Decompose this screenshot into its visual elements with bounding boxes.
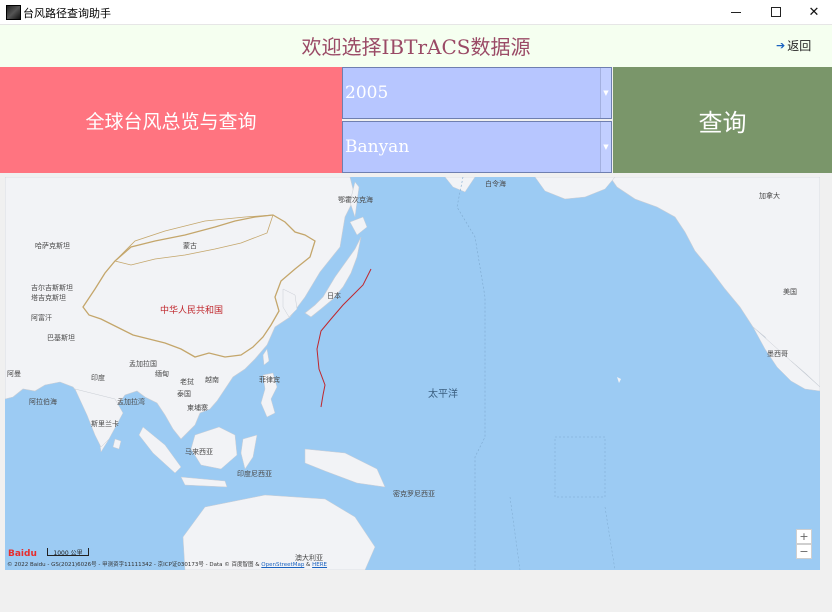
map-label-bangladesh: 孟加拉国 — [129, 360, 157, 368]
map-label-laos: 老挝 — [180, 378, 194, 386]
hawaii — [617, 377, 621, 383]
map-label-china: 中华人民共和国 — [160, 306, 224, 316]
map-label-tajikistan: 塔吉克斯坦 — [31, 294, 66, 302]
maximize-icon — [771, 7, 781, 17]
arrow-right-icon: ➔ — [776, 39, 786, 52]
map-label-canada: 加拿大 — [759, 192, 780, 200]
north-america — [609, 177, 820, 388]
kamchatka — [444, 177, 476, 193]
overview-label: 全球台风总览与查询 — [85, 110, 257, 133]
copyright-text: © 2022 Baidu - GS(2021)6026号 - 甲测资字11111… — [7, 562, 260, 568]
map-label-malaysia: 马来西亚 — [185, 448, 213, 456]
back-link[interactable]: ➔ 返回 — [776, 37, 811, 54]
close-icon: ✕ — [808, 4, 820, 20]
map-label-thailand: 泰国 — [177, 390, 191, 398]
date-line — [456, 177, 486, 570]
map-label-myanmar: 缅甸 — [155, 370, 169, 378]
header: 欢迎选择IBTrACS数据源 ➔ 返回 — [0, 24, 832, 67]
eez-line-1 — [554, 436, 606, 498]
title-bar: 台风路径查询助手 ✕ — [0, 0, 832, 24]
alaska — [534, 177, 616, 200]
minus-icon: − — [799, 545, 809, 558]
australia — [182, 494, 376, 570]
year-select[interactable]: 2005 ▼ — [342, 67, 612, 119]
map-copyright: © 2022 Baidu - GS(2021)6026号 - 甲测资字11111… — [7, 562, 328, 568]
java — [180, 476, 228, 488]
map-label-vietnam: 越南 — [205, 376, 219, 384]
status-strip — [0, 577, 832, 612]
chevron-down-icon[interactable]: ▼ — [600, 68, 611, 118]
map-view[interactable]: 中华人民共和国 太平洋 日本 蒙古 哈萨克斯坦 吉尔吉斯斯坦 塔吉克斯坦 阿富汗… — [5, 177, 820, 570]
app-icon — [6, 5, 21, 20]
hokkaido — [349, 216, 368, 236]
map-label-indonesia: 印度尼西亚 — [237, 470, 272, 478]
eez-line-3 — [509, 496, 521, 570]
map-label-bay-of-bengal: 孟加拉湾 — [117, 398, 145, 406]
here-link[interactable]: HERE — [312, 562, 327, 568]
map-label-usa: 美国 — [783, 288, 797, 296]
map-scale-bar: 1000 公里 — [47, 548, 89, 557]
map-label-kyrgyzstan: 吉尔吉斯斯坦 — [31, 284, 73, 292]
baidu-logo[interactable]: Baidu — [8, 549, 37, 559]
map-label-sri-lanka: 斯里兰卡 — [91, 420, 119, 428]
map-label-micronesia: 密克罗尼西亚 — [393, 490, 435, 498]
eez-line-2 — [604, 506, 616, 570]
plus-icon: + — [799, 530, 809, 543]
typhoon-name-select[interactable]: Banyan ▼ — [342, 121, 612, 173]
welcome-title: 欢迎选择IBTrACS数据源 — [301, 35, 531, 59]
sulawesi — [240, 434, 258, 470]
typhoon-track — [316, 268, 372, 408]
sumatra — [138, 426, 182, 474]
map-label-pakistan: 巴基斯坦 — [47, 334, 75, 342]
query-label: 查询 — [698, 108, 747, 137]
osm-link[interactable]: OpenStreetMap — [261, 562, 304, 568]
map-label-arabian-sea: 阿拉伯海 — [29, 398, 57, 406]
taiwan — [262, 348, 270, 366]
sri-lanka — [112, 438, 122, 450]
typhoon-name-value: Banyan — [345, 137, 410, 157]
maximize-button[interactable] — [756, 0, 796, 24]
map-label-india: 印度 — [91, 374, 105, 382]
window-title: 台风路径查询助手 — [23, 7, 111, 20]
map-label-japan: 日本 — [327, 292, 341, 300]
minimize-button[interactable] — [716, 0, 756, 24]
map-label-oman: 阿曼 — [7, 370, 21, 378]
map-label-sea-of-okhotsk: 鄂霍次克海 — [338, 196, 373, 204]
query-button[interactable]: 查询 — [613, 67, 832, 173]
overview-button[interactable]: 全球台风总览与查询 — [0, 67, 342, 173]
map-label-philippines: 菲律宾 — [259, 376, 280, 384]
zoom-in-button[interactable]: + — [796, 529, 812, 544]
map-label-pacific: 太平洋 — [428, 389, 458, 400]
chevron-down-icon[interactable]: ▼ — [600, 122, 611, 172]
zoom-out-button[interactable]: − — [796, 544, 812, 559]
minimize-icon — [731, 11, 741, 13]
map-label-cambodia: 柬埔寨 — [187, 404, 208, 412]
year-value: 2005 — [345, 83, 389, 103]
map-label-afghanistan: 阿富汗 — [31, 314, 52, 322]
map-canvas — [5, 177, 820, 570]
back-label: 返回 — [787, 39, 812, 53]
map-label-mexico: 墨西哥 — [767, 350, 788, 358]
map-label-mongolia: 蒙古 — [183, 242, 197, 250]
map-label-bering-sea: 白令海 — [485, 180, 506, 188]
scale-label: 1000 公里 — [53, 550, 83, 557]
close-button[interactable]: ✕ — [794, 0, 832, 24]
new-guinea — [304, 448, 386, 488]
map-label-kazakhstan: 哈萨克斯坦 — [35, 242, 70, 250]
